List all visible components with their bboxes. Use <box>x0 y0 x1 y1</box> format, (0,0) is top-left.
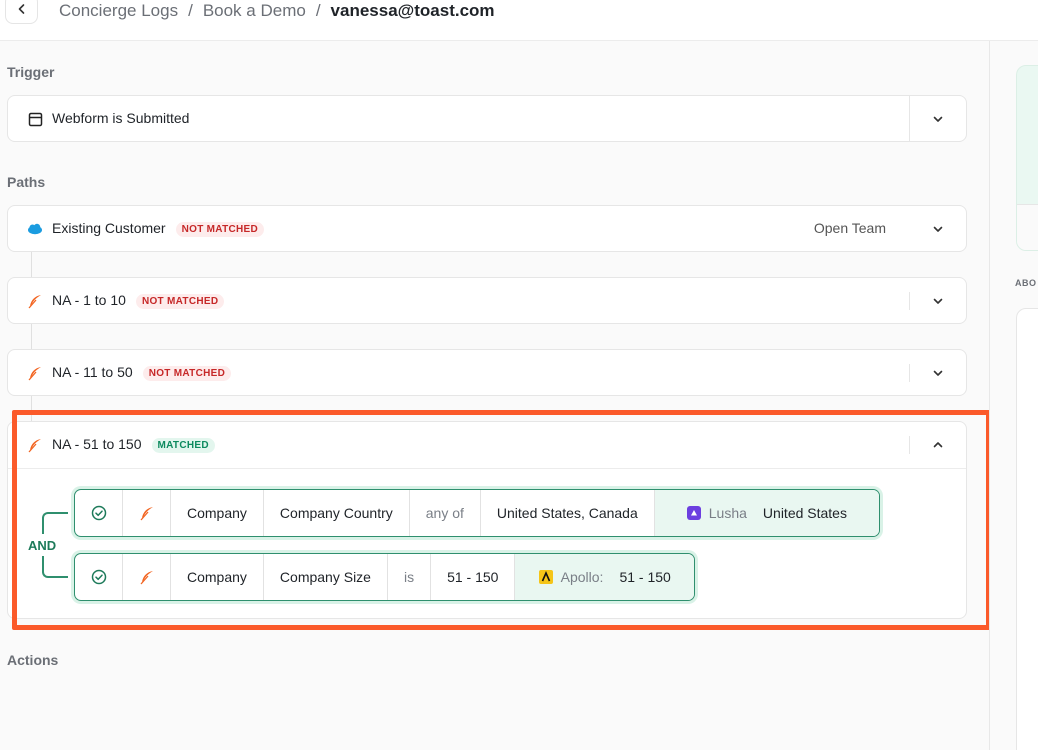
top-header: Concierge Logs / Book a Demo / vanessa@t… <box>0 0 1038 41</box>
condition-row[interactable]: Company Company Size is 51 - 150 Apollo:… <box>74 553 695 601</box>
condition-value: United States, Canada <box>481 490 655 536</box>
condition-field: Company Country <box>264 490 410 536</box>
open-team-link[interactable]: Open Team <box>814 220 886 236</box>
path-name: NA - 11 to 50 <box>52 364 133 380</box>
source-value: 51 - 150 <box>619 569 671 585</box>
feather-icon <box>26 364 44 382</box>
path-header-row[interactable]: NA - 51 to 150 MATCHED <box>8 422 966 468</box>
trigger-card[interactable]: Webform is Submitted <box>7 95 967 142</box>
actions-section-label: Actions <box>7 652 59 668</box>
salesforce-cloud-icon <box>26 220 44 238</box>
path-title: NA - 1 to 10 NOT MATCHED <box>52 292 225 309</box>
condition-value: 51 - 150 <box>431 554 516 600</box>
chevron-up-icon <box>933 442 943 448</box>
trigger-section-label: Trigger <box>7 64 55 80</box>
and-bracket-bottom <box>42 556 68 578</box>
condition-source: Lusha United States <box>654 490 879 536</box>
chevron-down-icon <box>933 298 943 304</box>
summary-card <box>1016 65 1038 251</box>
feather-icon <box>123 490 171 536</box>
chevron-down-icon <box>933 116 943 122</box>
condition-operator: is <box>388 554 432 600</box>
path-name: NA - 51 to 150 <box>52 436 142 452</box>
source-name: Lusha <box>708 505 747 521</box>
right-panel: ABO <box>989 41 1038 750</box>
summary-card-footer <box>1017 204 1038 250</box>
source-name: Apollo: <box>560 569 604 585</box>
path-expand-button[interactable] <box>910 278 966 324</box>
path-collapse-button[interactable] <box>910 422 966 468</box>
chevron-down-icon <box>933 370 943 376</box>
webform-icon <box>26 110 44 128</box>
apollo-logo-icon <box>538 570 553 584</box>
and-bracket-top <box>42 512 68 534</box>
trigger-title: Webform is Submitted <box>52 110 190 126</box>
source-value: United States <box>762 505 847 521</box>
breadcrumb-separator: / <box>188 1 193 20</box>
status-badge: NOT MATCHED <box>135 294 225 309</box>
condition-operator: any of <box>410 490 481 536</box>
feather-icon <box>123 554 171 600</box>
back-button[interactable] <box>5 0 38 24</box>
status-badge: NOT MATCHED <box>175 222 265 237</box>
about-section-label: ABO <box>1015 278 1037 288</box>
feather-icon <box>26 292 44 310</box>
breadcrumb: Concierge Logs / Book a Demo / vanessa@t… <box>59 0 495 22</box>
check-circle-icon <box>75 490 123 536</box>
path-name: Existing Customer <box>52 220 166 236</box>
path-expand-button[interactable] <box>910 206 966 252</box>
path-card-na-1-to-10[interactable]: NA - 1 to 10 NOT MATCHED <box>7 277 967 324</box>
breadcrumb-item-book-a-demo[interactable]: Book a Demo <box>203 1 306 21</box>
path-card-existing-customer[interactable]: Existing Customer NOT MATCHED Open Team <box>7 205 967 252</box>
divider <box>8 468 966 469</box>
about-card <box>1016 308 1038 750</box>
path-title: Existing Customer NOT MATCHED <box>52 220 265 237</box>
paths-section-label: Paths <box>7 174 46 190</box>
path-title: NA - 11 to 50 NOT MATCHED <box>52 364 232 381</box>
breadcrumb-item-concierge-logs[interactable]: Concierge Logs <box>59 1 178 21</box>
check-circle-icon <box>75 554 123 600</box>
and-label: AND <box>28 538 57 553</box>
feather-icon <box>26 436 44 454</box>
breadcrumb-current: vanessa@toast.com <box>330 1 495 20</box>
breadcrumb-separator: / <box>315 1 321 20</box>
condition-row[interactable]: Company Company Country any of United St… <box>74 489 880 537</box>
path-card-na-11-to-50[interactable]: NA - 11 to 50 NOT MATCHED <box>7 349 967 396</box>
condition-field: Company Size <box>264 554 388 600</box>
lusha-logo-icon <box>686 506 701 520</box>
status-badge: NOT MATCHED <box>142 366 232 381</box>
trigger-expand-button[interactable] <box>910 96 966 142</box>
chevron-left-icon <box>18 4 24 14</box>
status-badge: MATCHED <box>151 438 215 453</box>
path-expand-button[interactable] <box>910 350 966 396</box>
path-name: NA - 1 to 10 <box>52 292 126 308</box>
path-title: NA - 51 to 150 MATCHED <box>52 436 215 453</box>
condition-object: Company <box>171 554 264 600</box>
condition-object: Company <box>171 490 264 536</box>
chevron-down-icon <box>933 226 943 232</box>
condition-source: Apollo: 51 - 150 <box>515 554 694 600</box>
